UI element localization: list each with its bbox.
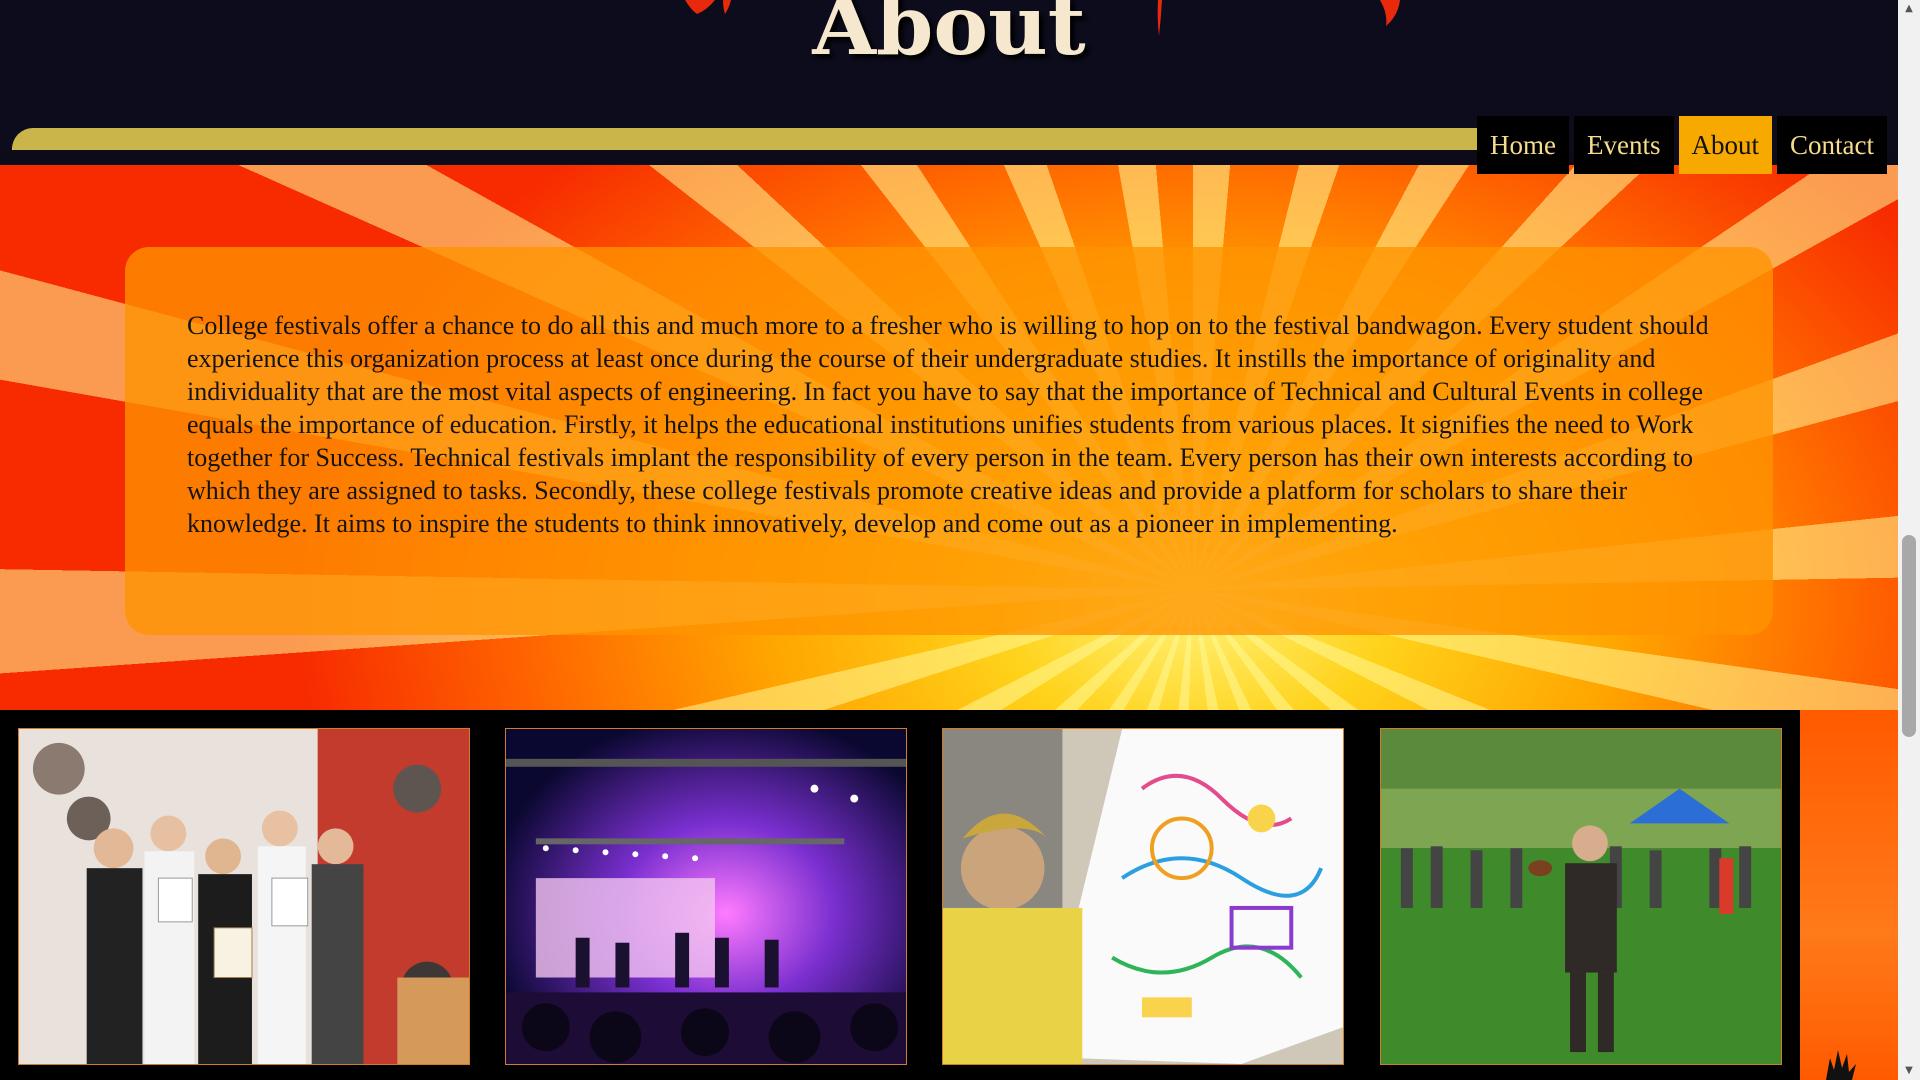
- decorative-right-edge: [1800, 710, 1898, 1080]
- scroll-up-arrow-icon[interactable]: ▲: [1898, 0, 1920, 18]
- header-ribbon: [12, 128, 1512, 150]
- about-text-panel: College festivals offer a chance to do a…: [125, 247, 1773, 635]
- sports-field-image: [1381, 729, 1781, 1064]
- about-paragraph: College festivals offer a chance to do a…: [187, 311, 1709, 538]
- main-nav: Home Events About Contact: [1477, 116, 1887, 174]
- painting-canvas-image: [943, 729, 1343, 1064]
- hand-silhouette-icon: [1826, 1050, 1856, 1080]
- gallery-photo-award-group[interactable]: [18, 728, 470, 1065]
- gallery-photo-concert-stage[interactable]: [505, 728, 907, 1065]
- gallery-photo-painting[interactable]: [942, 728, 1344, 1065]
- nav-contact[interactable]: Contact: [1777, 116, 1887, 174]
- nav-about[interactable]: About: [1678, 116, 1773, 174]
- gallery-photo-sports[interactable]: [1380, 728, 1782, 1065]
- scrollbar-thumb[interactable]: [1902, 535, 1916, 737]
- scroll-down-arrow-icon[interactable]: ▼: [1898, 1062, 1920, 1080]
- page-title: About: [812, 0, 1086, 74]
- nav-home[interactable]: Home: [1477, 116, 1570, 174]
- about-section: College festivals offer a chance to do a…: [0, 165, 1898, 710]
- award-group-image: [19, 729, 469, 1064]
- vertical-scrollbar[interactable]: ▲ ▼: [1898, 0, 1920, 1080]
- nav-events[interactable]: Events: [1574, 116, 1674, 174]
- concert-stage-image: [506, 729, 906, 1064]
- photo-gallery: [0, 710, 1800, 1080]
